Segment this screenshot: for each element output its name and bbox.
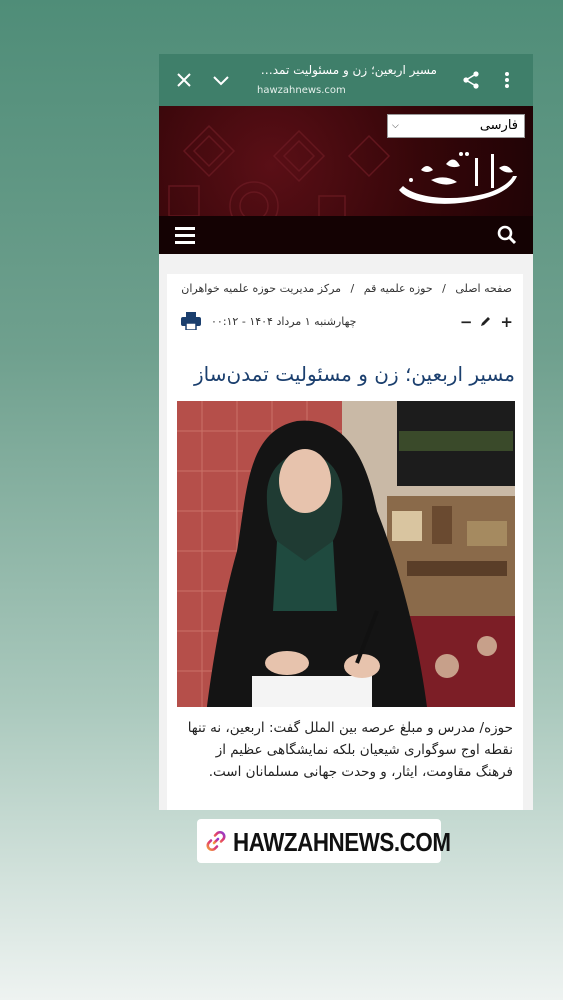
- article-summary: حوزه/ مدرس و مبلغ عرصه بین الملل گفت: ار…: [187, 720, 513, 780]
- print-icon[interactable]: [181, 312, 201, 334]
- source-badge: HAWZAHNEWS.COM: [197, 819, 451, 863]
- article-date: چهارشنبه ۱ مرداد ۱۴۰۴ - ۰۰:۱۲: [211, 315, 357, 328]
- nav-bar: [159, 216, 533, 254]
- link-icon: [205, 830, 227, 856]
- minus-icon[interactable]: −: [460, 314, 473, 330]
- breadcrumb-center[interactable]: مرکز مدیریت حوزه علمیه خواهران: [181, 282, 341, 295]
- menu-icon[interactable]: [175, 226, 195, 248]
- breadcrumb: صفحه اصلی / حوزه علمیه قم / مرکز مدیریت …: [181, 282, 512, 295]
- page-title: مسیر اربعین؛ زن و مسئولیت تمدن‌س...: [257, 63, 437, 77]
- source-link-text[interactable]: HAWZAHNEWS.COM: [233, 827, 451, 858]
- breadcrumb-qom[interactable]: حوزه علمیه قم: [364, 282, 433, 295]
- language-select-value: فارسی: [479, 118, 518, 133]
- site-header: فارسی ⌵: [159, 106, 533, 254]
- article-card: صفحه اصلی / حوزه علمیه قم / مرکز مدیریت …: [167, 274, 523, 810]
- language-select[interactable]: فارسی ⌵: [387, 114, 525, 138]
- article-title: مسیر اربعین؛ زن و مسئولیت تمدن‌ساز: [194, 362, 515, 386]
- pencil-icon[interactable]: [480, 314, 492, 330]
- article-tools: چهارشنبه ۱ مرداد ۱۴۰۴ - ۰۰:۱۲ − +: [167, 310, 523, 334]
- search-icon[interactable]: [497, 225, 517, 249]
- close-icon[interactable]: [170, 66, 198, 94]
- share-icon[interactable]: [457, 66, 485, 94]
- article-photo: [177, 401, 515, 707]
- custom-tab-bar: مسیر اربعین؛ زن و مسئولیت تمدن‌س... hawz…: [159, 54, 533, 106]
- chevron-down-icon[interactable]: [207, 66, 235, 94]
- more-vert-icon[interactable]: [493, 66, 521, 94]
- breadcrumb-home[interactable]: صفحه اصلی: [455, 282, 512, 295]
- plus-icon[interactable]: +: [500, 314, 513, 330]
- browser-window: مسیر اربعین؛ زن و مسئولیت تمدن‌س... hawz…: [159, 54, 533, 810]
- select-caret-icon: ⌵: [392, 121, 399, 131]
- site-logo[interactable]: [391, 150, 521, 212]
- page-url: hawzahnews.com: [257, 85, 346, 96]
